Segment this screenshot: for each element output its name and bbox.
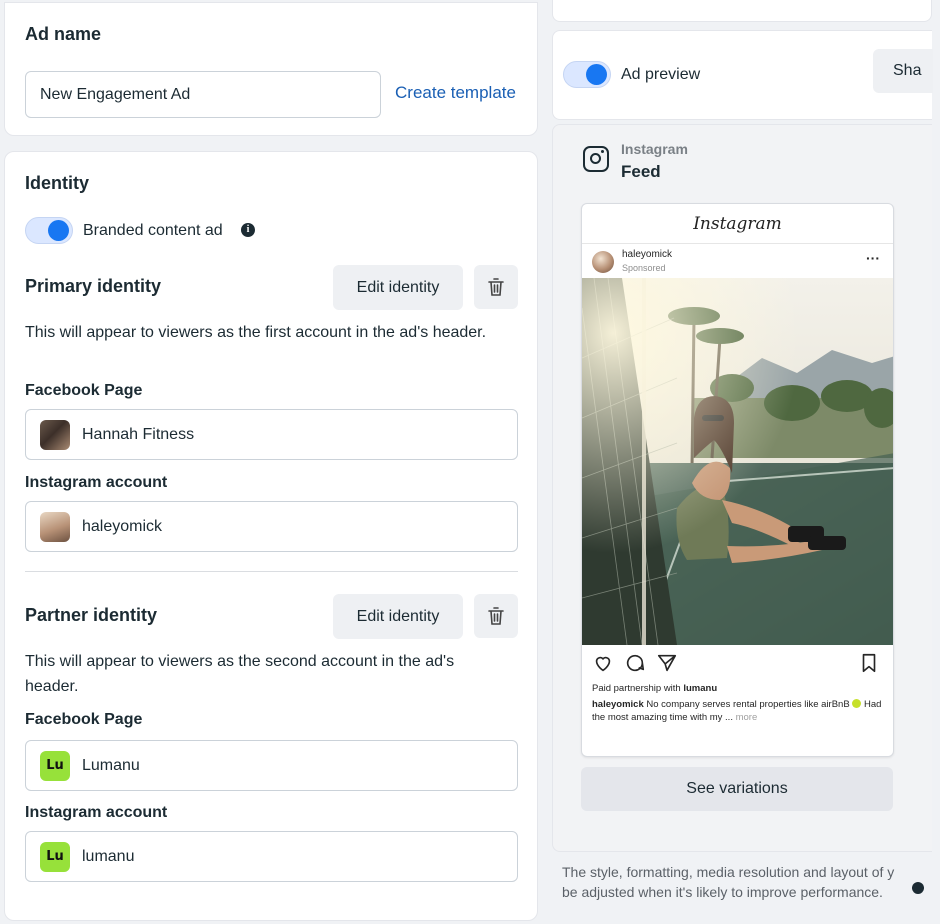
branded-content-toggle[interactable] bbox=[25, 217, 73, 244]
share-icon[interactable] bbox=[656, 652, 678, 674]
toggle-knob bbox=[586, 64, 607, 85]
see-variations-button[interactable]: See variations bbox=[581, 767, 893, 811]
post-caption: haleyomick No company serves rental prop… bbox=[592, 698, 884, 724]
preview-footer-note: The style, formatting, media resolution … bbox=[562, 862, 932, 902]
partner-facebook-page-value: Lumanu bbox=[82, 756, 140, 774]
preview-body: Instagram Feed Instagram haleyomick Spon… bbox=[552, 124, 932, 852]
partner-identity-description: This will appear to viewers as the secon… bbox=[25, 653, 455, 695]
primary-facebook-page-label: Facebook Page bbox=[25, 382, 143, 399]
partner-identity-title: Partner identity bbox=[25, 605, 158, 625]
bookmark-icon[interactable] bbox=[858, 652, 880, 674]
identity-title: Identity bbox=[25, 173, 90, 193]
post-sponsored-label: Sponsored bbox=[622, 263, 666, 273]
post-actions bbox=[592, 652, 882, 676]
ad-name-title: Ad name bbox=[25, 24, 102, 44]
trash-icon bbox=[488, 607, 504, 625]
delete-primary-identity-button[interactable] bbox=[474, 265, 518, 309]
primary-instagram-field[interactable]: haleyomick bbox=[25, 501, 518, 552]
hannah-fitness-avatar bbox=[40, 419, 70, 450]
instagram-icon bbox=[583, 146, 609, 172]
partner-instagram-field[interactable]: Lu lumanu bbox=[25, 831, 518, 882]
ad-preview-toggle[interactable] bbox=[563, 61, 611, 88]
primary-instagram-value: haleyomick bbox=[82, 517, 163, 535]
post-username: haleyomick bbox=[622, 249, 673, 260]
primary-facebook-page-value: Hannah Fitness bbox=[82, 425, 195, 443]
tennis-ball-emoji bbox=[852, 699, 862, 708]
partner-instagram-value: lumanu bbox=[82, 847, 135, 865]
heart-icon[interactable] bbox=[592, 652, 614, 674]
paid-partnership-prefix: Paid partnership with bbox=[592, 683, 684, 694]
ad-preview-label: Ad preview bbox=[621, 66, 701, 83]
partner-facebook-page-field[interactable]: Lu Lumanu bbox=[25, 740, 518, 791]
platform-name: Instagram bbox=[621, 141, 688, 157]
primary-identity-title: Primary identity bbox=[25, 276, 162, 296]
ad-name-section: Ad name New Engagement Ad Create templat… bbox=[4, 2, 538, 136]
primary-instagram-label: Instagram account bbox=[25, 474, 168, 491]
haleyomick-avatar bbox=[40, 511, 70, 542]
footer-note-line-1: The style, formatting, media resolution … bbox=[562, 864, 895, 880]
preview-top-strip bbox=[552, 0, 932, 22]
post-header: haleyomick Sponsored ··· bbox=[592, 248, 882, 280]
delete-partner-identity-button[interactable] bbox=[474, 594, 518, 638]
footer-note-line-2: be adjusted when it's likely to improve … bbox=[562, 884, 883, 900]
post-image bbox=[582, 278, 893, 645]
lumanu-logo: Lu bbox=[40, 841, 70, 872]
trash-icon bbox=[488, 278, 504, 296]
preview-header: Ad preview Sha bbox=[552, 30, 933, 120]
info-icon[interactable] bbox=[912, 882, 924, 894]
edit-partner-identity-button[interactable]: Edit identity bbox=[333, 594, 463, 639]
more-options-icon[interactable]: ··· bbox=[866, 250, 880, 266]
placement-name: Feed bbox=[621, 162, 661, 181]
toggle-knob bbox=[48, 220, 69, 241]
caption-text-1: No company serves rental properties like… bbox=[643, 699, 853, 710]
instagram-feed-mockup: Instagram haleyomick Sponsored ··· Paid … bbox=[581, 203, 894, 757]
branded-content-label: Branded content ad bbox=[83, 222, 223, 239]
ad-preview-panel: Ad preview Sha Instagram Feed Instagram … bbox=[552, 0, 933, 924]
primary-identity-description: This will appear to viewers as the first… bbox=[25, 324, 487, 341]
share-button[interactable]: Sha bbox=[873, 49, 933, 93]
caption-username[interactable]: haleyomick bbox=[592, 699, 644, 710]
section-divider bbox=[25, 571, 518, 572]
partner-facebook-page-label: Facebook Page bbox=[25, 711, 143, 728]
partner-instagram-label: Instagram account bbox=[25, 804, 168, 821]
primary-facebook-page-field[interactable]: Hannah Fitness bbox=[25, 409, 518, 460]
ad-name-input[interactable]: New Engagement Ad bbox=[25, 71, 381, 118]
paid-partnership-name[interactable]: lumanu bbox=[683, 683, 717, 694]
edit-primary-identity-button[interactable]: Edit identity bbox=[333, 265, 463, 310]
post-photo bbox=[582, 278, 893, 645]
ad-editor-page: Ad name New Engagement Ad Create templat… bbox=[0, 0, 940, 924]
post-avatar bbox=[592, 251, 614, 273]
comment-icon[interactable] bbox=[624, 652, 646, 674]
create-template-link[interactable]: Create template bbox=[395, 83, 516, 103]
info-icon[interactable]: i bbox=[241, 223, 255, 237]
identity-section: Identity Branded content ad i Primary id… bbox=[4, 151, 538, 921]
lumanu-logo: Lu bbox=[40, 750, 70, 781]
caption-more-link[interactable]: more bbox=[733, 712, 758, 723]
paid-partnership-line: Paid partnership with lumanu bbox=[592, 683, 717, 694]
instagram-app-title: Instagram bbox=[582, 204, 893, 244]
